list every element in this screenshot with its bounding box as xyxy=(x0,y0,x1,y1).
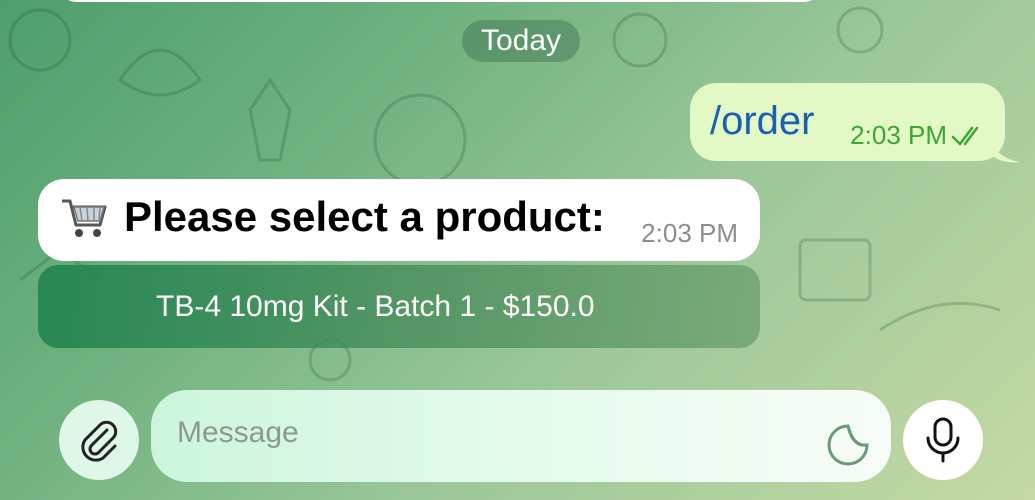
previous-message-bubble xyxy=(60,0,820,2)
microphone-button[interactable] xyxy=(903,400,983,480)
date-separator: Today xyxy=(462,20,580,62)
attach-button[interactable] xyxy=(59,400,139,480)
outgoing-message-meta: 2:03 PM xyxy=(850,120,987,151)
inline-keyboard-button-label: TB-4 10mg Kit - Batch 1 - $150.0 xyxy=(156,289,595,323)
paperclip-icon xyxy=(81,420,118,462)
microphone-icon xyxy=(926,417,960,463)
shopping-cart-icon xyxy=(62,199,107,237)
incoming-message-time: 2:03 PM xyxy=(641,218,738,248)
message-input[interactable] xyxy=(175,404,779,462)
outgoing-message-bubble[interactable]: /order 2:03 PM xyxy=(690,83,1005,161)
outgoing-message-time: 2:03 PM xyxy=(850,120,947,150)
double-check-icon xyxy=(951,126,979,145)
incoming-message-text: Please select a product: xyxy=(124,193,605,240)
outgoing-bubble-tail xyxy=(992,140,1020,163)
incoming-message-bubble[interactable]: Please select a product: 2:03 PM xyxy=(38,179,760,261)
inline-keyboard-product-button[interactable]: TB-4 10mg Kit - Batch 1 - $150.0 xyxy=(38,265,760,348)
outgoing-message-text: /order xyxy=(710,99,815,143)
message-composer xyxy=(151,390,891,482)
sticker-icon[interactable] xyxy=(823,420,873,470)
date-separator-label: Today xyxy=(480,24,562,57)
